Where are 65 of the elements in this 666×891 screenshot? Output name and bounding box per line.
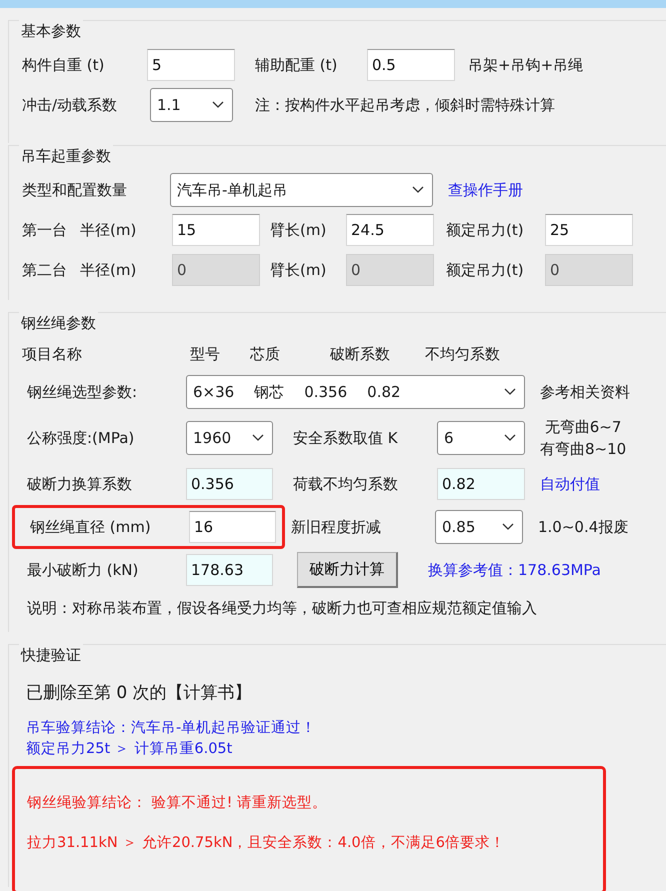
result-text: 额定吊力25t ＞ 计算吊重6.05t xyxy=(26,740,234,759)
field-label: 冲击/动载系数 xyxy=(22,96,118,114)
note-text: 1.0~0.4报废 xyxy=(538,518,628,536)
dropdown[interactable]: 1960 xyxy=(186,421,273,455)
result-text: 吊车验算结论：汽车吊-单机起吊验证通过！ xyxy=(26,719,318,738)
field-label: 臂长(m) xyxy=(270,260,326,278)
field-label: 额定吊力(t) xyxy=(446,260,524,278)
calculate-button[interactable]: 破断力计算 xyxy=(297,552,398,588)
link[interactable]: 换算参考值：178.63MPa xyxy=(428,560,601,578)
input-field[interactable]: 16 xyxy=(189,511,276,543)
field-label: 芯质 xyxy=(250,344,280,362)
field-label: 半径(m) xyxy=(80,260,136,278)
caret-icon xyxy=(212,101,224,109)
field-label: 辅助配重 (t) xyxy=(255,56,338,74)
field-label: 钢丝绳直径 (mm) xyxy=(30,518,151,536)
dropdown[interactable]: 6 xyxy=(437,421,525,455)
field-label: 型号 xyxy=(190,344,220,362)
field-label: 荷载不均匀系数 xyxy=(293,474,398,492)
input-field[interactable]: 15 xyxy=(172,214,260,246)
dropdown[interactable]: 1.1 xyxy=(150,88,233,122)
input-field[interactable]: 0 xyxy=(346,254,434,286)
field-label: 第二台 xyxy=(22,260,67,278)
field-label: 破断力换算系数 xyxy=(27,474,132,492)
field-label: 钢丝绳选型参数: xyxy=(27,382,138,400)
field-label: 类型和配置数量 xyxy=(22,180,127,198)
note-text: 有弯曲8~10 xyxy=(540,439,626,460)
input-field[interactable]: 0.5 xyxy=(367,49,455,81)
caret-icon xyxy=(502,523,514,531)
note-text: 参考相关资料 xyxy=(540,382,630,400)
field-label: 公称强度:(MPa) xyxy=(27,428,134,446)
input-field[interactable]: 0.356 xyxy=(186,468,273,500)
dropdown[interactable]: 6×36 钢芯 0.356 0.82 xyxy=(186,375,525,409)
note-text: 说明：对称吊装布置，假设各绳受力均等，破断力也可查相应规范额定值输入 xyxy=(27,598,537,616)
caret-icon xyxy=(504,388,516,396)
field-label: 安全系数取值 K xyxy=(293,428,398,446)
input-field[interactable]: 0 xyxy=(172,254,260,286)
field-label: 项目名称 xyxy=(22,344,82,362)
link[interactable]: 查操作手册 xyxy=(448,180,523,198)
caret-icon xyxy=(252,434,264,442)
result-text: 拉力31.11kN ＞ 允许20.75kN，且安全系数：4.0倍，不满足6倍要求！ xyxy=(27,834,506,853)
note-text: 无弯曲6~7 xyxy=(544,417,622,438)
status-text: 已删除至第 0 次的【计算书】 xyxy=(26,682,253,704)
input-field[interactable]: 24.5 xyxy=(346,214,434,246)
input-field[interactable]: 0 xyxy=(545,254,633,286)
result-text: 钢丝绳验算结论： 验算不通过! 请重新选型。 xyxy=(27,794,328,813)
input-field[interactable]: 0.82 xyxy=(437,468,525,500)
field-label: 臂长(m) xyxy=(270,220,326,238)
dropdown[interactable]: 0.85 xyxy=(435,510,523,544)
caret-icon xyxy=(504,434,516,442)
link[interactable]: 自动付值 xyxy=(540,474,600,492)
field-label: 新旧程度折减 xyxy=(291,518,381,536)
field-label: 破断系数 xyxy=(330,344,390,362)
field-label: 最小破断力 (kN) xyxy=(27,560,138,578)
dropdown[interactable]: 汽车吊-单机起吊 xyxy=(170,173,433,207)
caret-icon xyxy=(412,186,424,194)
note-text: 注：按构件水平起吊考虑，倾斜时需特殊计算 xyxy=(255,96,555,114)
note-text: 吊架+吊钩+吊绳 xyxy=(468,56,584,74)
field-label: 第一台 xyxy=(22,220,67,238)
field-label: 半径(m) xyxy=(80,220,136,238)
field-label: 构件自重 (t) xyxy=(22,56,104,74)
field-label: 额定吊力(t) xyxy=(446,220,524,238)
field-label: 不均匀系数 xyxy=(425,344,500,362)
input-field[interactable]: 25 xyxy=(545,214,633,246)
input-field[interactable]: 5 xyxy=(147,49,235,81)
input-field[interactable]: 178.63 xyxy=(186,554,273,586)
